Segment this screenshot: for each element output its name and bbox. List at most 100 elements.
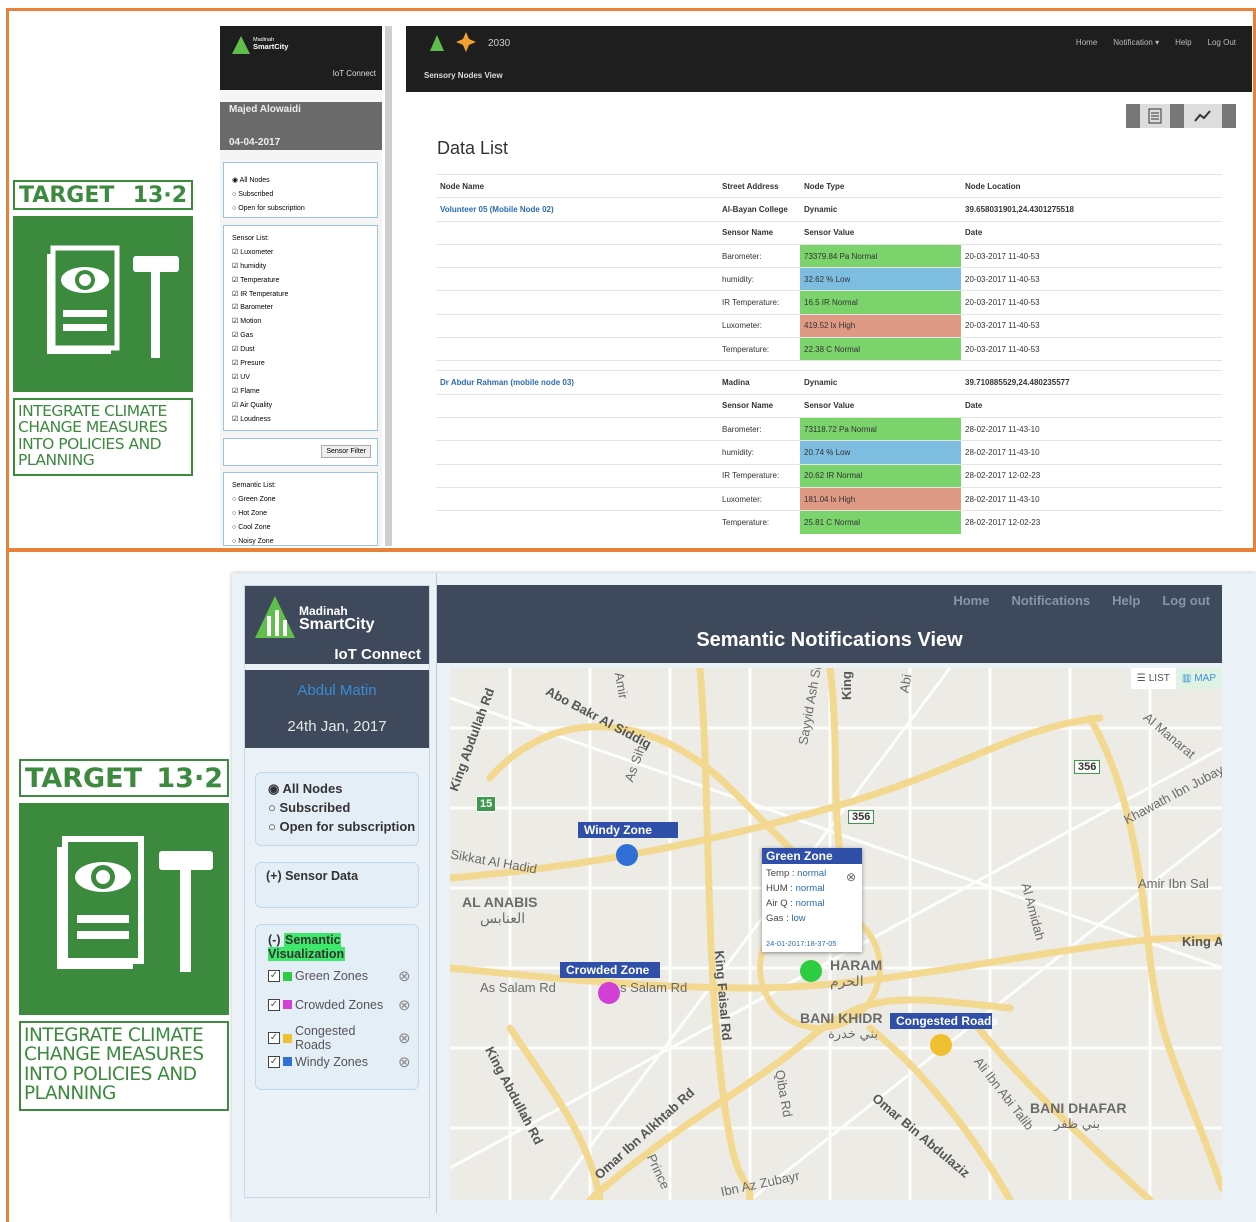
col-sensor-name: Sensor Name: [718, 220, 800, 245]
sensor-checkbox[interactable]: ☑ Gas: [232, 329, 377, 343]
sensor-checkbox[interactable]: ☑ Barometer: [232, 301, 377, 315]
sensor-value-cell: 73379.84 Pa Normal: [800, 243, 961, 268]
sensor-checkbox[interactable]: ☑ Dust: [232, 343, 377, 357]
zone-checkbox[interactable]: ✓: [268, 1032, 280, 1044]
vision-2030-logo-icon: 2030: [488, 38, 510, 49]
sensor-value-cell: 16.5 IR Normal: [800, 290, 961, 315]
node-type-cell: Dynamic: [800, 370, 961, 395]
sensor-value-cell: 32.62 % Low: [800, 267, 961, 291]
zone-checkbox-row[interactable]: ✓ Crowded Zones ⊗: [268, 996, 411, 1014]
semantic-hot-zone[interactable]: ○ Hot Zone: [232, 507, 377, 521]
bottom-node-filter-subscribed[interactable]: ○ Subscribed: [268, 798, 418, 817]
bottom-nav-notifications[interactable]: Notifications: [1011, 593, 1090, 608]
popup-value: low: [791, 913, 806, 924]
sensor-date-cell: 28-02-2017 11-43-10: [961, 440, 1222, 465]
list-view-icon[interactable]: [1140, 104, 1170, 128]
sensor-checkbox[interactable]: ☑ Flame: [232, 385, 377, 399]
sensor-name-cell: humidity:: [718, 267, 800, 291]
zone-color-swatch: [283, 1000, 292, 1009]
sdg-climate-icon: [13, 216, 193, 392]
sensor-date-cell: 20-03-2017 11-40-53: [961, 290, 1222, 315]
map-view-icon[interactable]: [1184, 104, 1222, 128]
sensor-checkbox[interactable]: ☑ Luxometer: [232, 246, 377, 260]
top-nav-help[interactable]: Help: [1175, 38, 1191, 47]
node-name-link[interactable]: Volunteer 05 (Mobile Node 02): [440, 205, 554, 214]
popup-title: Green Zone: [762, 848, 862, 864]
sensor-checkbox[interactable]: ☑ UV: [232, 371, 377, 385]
sensor-reading-row: Temperature: 22.38 C Normal 20-03-2017 11-…: [436, 337, 1222, 361]
sensor-data-toggle[interactable]: (+) Sensor Data: [266, 869, 418, 883]
semantic-noisy-zone[interactable]: ○ Noisy Zone: [232, 535, 377, 549]
popup-subscribe-icon[interactable]: ⊗: [846, 870, 856, 884]
sensor-subheader-row: Sensor Name Sensor Value Date: [436, 220, 1222, 245]
sensor-checkbox[interactable]: ☑ Loudness: [232, 413, 377, 427]
col-sensor-name: Sensor Name: [718, 393, 800, 418]
crowded-zone-pin[interactable]: [598, 982, 620, 1004]
smartcity-logo-icon: [232, 36, 250, 54]
top-nav-logout[interactable]: Log Out: [1208, 38, 1236, 47]
sensor-name-cell: Barometer:: [718, 416, 800, 441]
zone-checkbox[interactable]: ✓: [268, 970, 280, 982]
node-name-link[interactable]: Dr Abdur Rahman (mobile node 03): [440, 378, 574, 387]
zone-checkbox-row[interactable]: ✓ Congested Roads ⊗: [268, 1024, 411, 1052]
node-name-cell[interactable]: Dr Abdur Rahman (mobile node 03): [436, 370, 718, 395]
top-node-filter-subscribed[interactable]: ○ Subscribed: [232, 188, 377, 202]
zone-checkbox-row[interactable]: ✓ Green Zones ⊗: [268, 967, 411, 985]
sensor-checkbox[interactable]: ☑ Air Quality: [232, 399, 377, 413]
sensor-checkbox[interactable]: ☑ humidity: [232, 260, 377, 274]
map-label-bani-khidr-ar: بني خدرة: [828, 1026, 878, 1041]
sensor-checkbox[interactable]: ☑ IR Temperature: [232, 288, 377, 302]
bottom-node-filter-all[interactable]: ◉ All Nodes: [268, 779, 418, 798]
sensor-subheader-row: Sensor Name Sensor Value Date: [436, 393, 1222, 418]
popup-row: Air Q : normal: [766, 898, 825, 909]
bottom-user-date: 24th Jan, 2017: [287, 718, 387, 735]
bottom-nav-home[interactable]: Home: [953, 593, 989, 608]
sensor-reading-row: humidity: 32.62 % Low 20-03-2017 11-40-53: [436, 267, 1222, 291]
bottom-nav-help[interactable]: Help: [1112, 593, 1140, 608]
sensor-value-cell: 181.04 lx High: [800, 486, 961, 511]
semantic-cool-zone[interactable]: ○ Cool Zone: [232, 521, 377, 535]
node-name-cell[interactable]: Volunteer 05 (Mobile Node 02): [436, 197, 718, 222]
bottom-logo-block: Madinah SmartCity IoT Connect: [245, 586, 429, 664]
top-nav-notification[interactable]: Notification ▾: [1113, 38, 1159, 47]
top-logo: Madinah SmartCity: [232, 34, 288, 54]
bottom-node-filter-open[interactable]: ○ Open for subscription: [268, 817, 418, 836]
list-toggle[interactable]: ☰ LIST: [1131, 668, 1176, 689]
sensor-checkbox[interactable]: ☑ Temperature: [232, 274, 377, 288]
sensor-checkbox[interactable]: ☑ Motion: [232, 315, 377, 329]
pin-label-crowded-zone[interactable]: Crowded Zone: [560, 962, 660, 978]
windy-zone-pin[interactable]: [616, 844, 638, 866]
sensor-filter-button[interactable]: Sensor Filter: [321, 445, 371, 458]
subscribe-icon[interactable]: ⊗: [398, 1029, 411, 1047]
sensor-date-cell: 28-02-2017 11-43-10: [961, 486, 1222, 511]
map-toggle[interactable]: ▥ MAP: [1175, 668, 1222, 689]
zone-checkbox-row[interactable]: ✓ Windy Zones ⊗: [268, 1053, 411, 1071]
semantic-green-zone[interactable]: ○ Green Zone: [232, 493, 377, 507]
popup-key: Gas: [766, 913, 784, 924]
col-date: Date: [961, 393, 1222, 418]
semantic-map[interactable]: Abo Bakr Al Siddiq King Abdullah Rd Amir…: [450, 668, 1222, 1200]
bottom-sensor-data-panel: (+) Sensor Data: [255, 862, 419, 908]
subscribe-icon[interactable]: ⊗: [398, 967, 411, 985]
col-node-name: Node Name: [436, 173, 718, 198]
zone-checkbox[interactable]: ✓: [268, 998, 280, 1011]
sensor-checkbox[interactable]: ☑ Presure: [232, 357, 377, 371]
sdg-climate-icon: [19, 803, 229, 1015]
sensor-value-cell: 20.62 IR Normal: [800, 463, 961, 488]
top-nav-home[interactable]: Home: [1076, 38, 1097, 47]
green-zone-popup: Green Zone Temp : normal HUM : normal Air …: [762, 848, 862, 952]
subscribe-icon[interactable]: ⊗: [398, 1053, 411, 1071]
congested-roads-pin[interactable]: [930, 1034, 952, 1056]
sensor-name-cell: Luxometer:: [718, 313, 800, 338]
zone-checkbox[interactable]: ✓: [268, 1055, 280, 1068]
top-sidebar-scrollbar[interactable]: [385, 26, 392, 546]
green-zone-pin[interactable]: [800, 960, 822, 982]
subscribe-icon[interactable]: ⊗: [398, 996, 411, 1014]
pin-label-windy-zone[interactable]: Windy Zone: [578, 822, 678, 838]
sdg-badge-bottom: TARGET 13·2 INTEGRATE CLIMATE CHANGE MEA…: [19, 759, 229, 1111]
pin-label-congested-roads[interactable]: Congested Roads: [890, 1013, 998, 1029]
semantic-visualization-toggle[interactable]: (-) Semantic Visualization: [268, 933, 418, 961]
top-node-filter-all[interactable]: ◉ All Nodes: [232, 174, 377, 188]
bottom-nav-logout[interactable]: Log out: [1162, 593, 1210, 608]
top-node-filter-open[interactable]: ○ Open for subscription: [232, 202, 377, 216]
